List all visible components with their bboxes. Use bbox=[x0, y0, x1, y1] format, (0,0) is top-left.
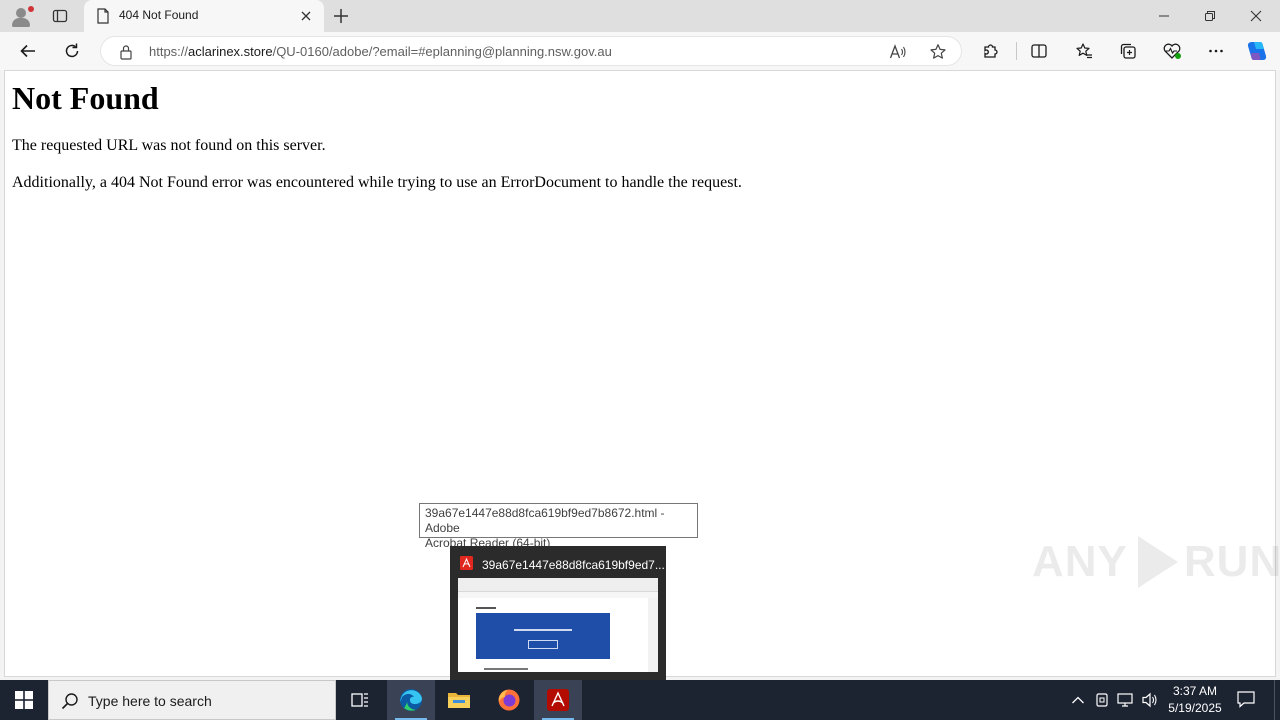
favorites-icon[interactable] bbox=[1070, 37, 1098, 65]
firefox-icon[interactable] bbox=[485, 680, 533, 720]
tooltip-line-1: 39a67e1447e88d8fca619bf9ed7b8672.html - … bbox=[425, 506, 665, 535]
window-thumbnail[interactable]: 39a67e1447e88d8fca619bf9ed7... bbox=[450, 546, 666, 680]
minimize-icon[interactable] bbox=[1141, 0, 1187, 32]
split-screen-icon[interactable] bbox=[1025, 37, 1053, 65]
error-line-2: Additionally, a 404 Not Found error was … bbox=[12, 174, 742, 191]
edge-icon[interactable] bbox=[387, 680, 435, 720]
close-window-icon[interactable] bbox=[1233, 0, 1279, 32]
acrobat-taskbar-icon[interactable] bbox=[534, 680, 582, 720]
search-placeholder: Type here to search bbox=[88, 693, 212, 709]
network-icon[interactable] bbox=[1116, 690, 1136, 710]
play-icon bbox=[1137, 536, 1178, 588]
profile-icon[interactable] bbox=[8, 4, 34, 28]
tab-actions-icon[interactable] bbox=[46, 4, 74, 28]
taskbar-search[interactable]: Type here to search bbox=[48, 680, 336, 720]
notification-icon[interactable] bbox=[1236, 690, 1258, 710]
heart-pulse-icon[interactable] bbox=[1158, 37, 1186, 65]
collections-icon[interactable] bbox=[1114, 37, 1142, 65]
puzzle-icon[interactable] bbox=[977, 37, 1005, 65]
acrobat-icon bbox=[460, 555, 473, 574]
search-icon bbox=[61, 692, 79, 714]
back-arrow-icon[interactable] bbox=[14, 37, 42, 65]
taskbar: Type here to search 3:37 AM 5/19/2025 bbox=[0, 680, 1280, 720]
restore-icon[interactable] bbox=[1187, 0, 1233, 32]
volume-icon[interactable] bbox=[1140, 690, 1160, 710]
url-path: /QU-0160/adobe/?email=#eplanning@plannin… bbox=[272, 44, 612, 59]
close-icon[interactable] bbox=[298, 8, 314, 24]
taskbar-tooltip: 39a67e1447e88d8fca619bf9ed7b8672.html - … bbox=[419, 503, 698, 550]
read-aloud-icon[interactable] bbox=[887, 41, 909, 63]
watermark-text-right: RUN bbox=[1183, 537, 1280, 586]
url-host: aclarinex.store bbox=[188, 44, 273, 59]
star-icon[interactable] bbox=[927, 41, 949, 63]
device-icon[interactable] bbox=[1092, 690, 1112, 710]
system-clock[interactable]: 3:37 AM 5/19/2025 bbox=[1162, 683, 1228, 717]
url-text[interactable]: https://aclarinex.store/QU-0160/adobe/?e… bbox=[149, 44, 612, 59]
page-icon bbox=[96, 8, 110, 28]
page-heading: Not Found bbox=[12, 80, 159, 116]
toolbar: https://aclarinex.store/QU-0160/adobe/?e… bbox=[0, 32, 1280, 70]
copilot-icon[interactable] bbox=[1243, 37, 1271, 65]
tab-title: 404 Not Found bbox=[119, 8, 199, 22]
error-line-1: The requested URL was not found on this … bbox=[12, 137, 326, 154]
chevron-up-icon[interactable] bbox=[1068, 690, 1088, 710]
clock-time: 3:37 AM bbox=[1172, 684, 1218, 698]
task-view-icon[interactable] bbox=[336, 680, 384, 720]
plus-icon[interactable] bbox=[330, 4, 352, 28]
file-explorer-icon[interactable] bbox=[435, 680, 483, 720]
watermark: ANY RUN bbox=[1032, 536, 1280, 588]
show-desktop-button[interactable] bbox=[1274, 680, 1280, 720]
thumbnail-preview[interactable] bbox=[458, 578, 658, 672]
thumbnail-title: 39a67e1447e88d8fca619bf9ed7... bbox=[482, 557, 665, 572]
address-bar[interactable]: https://aclarinex.store/QU-0160/adobe/?e… bbox=[100, 36, 962, 66]
windows-start-icon[interactable] bbox=[0, 680, 48, 720]
tab-strip: 404 Not Found bbox=[0, 0, 1280, 32]
url-scheme: https:// bbox=[149, 44, 189, 59]
more-icon[interactable] bbox=[1202, 37, 1230, 65]
lock-icon[interactable] bbox=[119, 44, 133, 64]
clock-date: 5/19/2025 bbox=[1168, 701, 1222, 715]
refresh-icon[interactable] bbox=[58, 37, 86, 65]
tab-active[interactable]: 404 Not Found bbox=[84, 0, 324, 32]
watermark-text-left: ANY bbox=[1032, 537, 1128, 586]
toolbar-separator bbox=[1016, 42, 1017, 60]
